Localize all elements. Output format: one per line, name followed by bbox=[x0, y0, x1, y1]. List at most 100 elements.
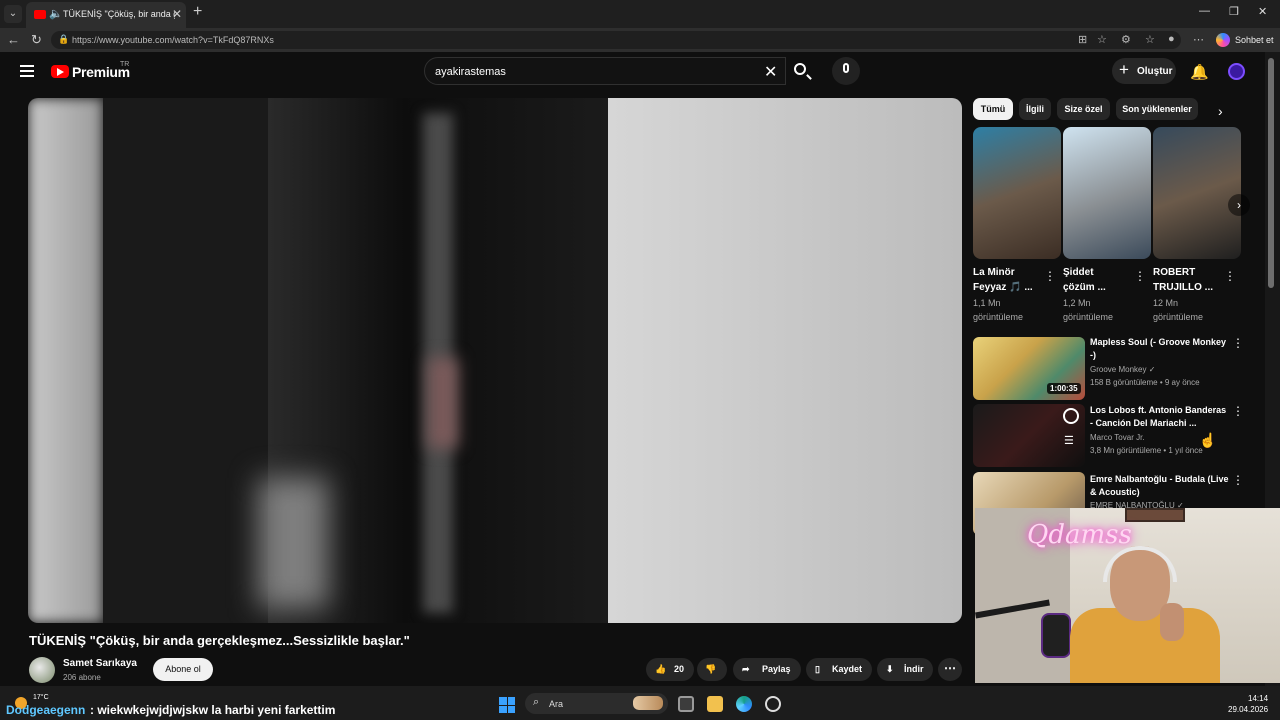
short-title[interactable]: La Minör Feyyaz 🎵 ... bbox=[973, 265, 1045, 295]
close-window-icon[interactable]: ✕ bbox=[1258, 5, 1267, 18]
url-field[interactable]: 🔒 https://www.youtube.com/watch?v=TkFdQ8… bbox=[51, 31, 1181, 49]
task-view-icon[interactable] bbox=[678, 696, 694, 712]
browser-tab-youtube[interactable]: 🔈 TÜKENİŞ "Çöküş, bir anda gerçekleşmez.… bbox=[26, 2, 186, 28]
recommendation-title[interactable]: Mapless Soul (- Groove Monkey -) bbox=[1090, 336, 1230, 362]
view-count: 1,2 Mn bbox=[1063, 298, 1091, 308]
close-tab-icon[interactable]: ✕ bbox=[172, 7, 182, 21]
refresh-icon[interactable]: ↻ bbox=[31, 32, 42, 48]
search-highlight-image bbox=[633, 696, 663, 710]
dislike-button[interactable]: 👎 bbox=[697, 658, 727, 681]
add-to-queue-icon[interactable]: ☰ bbox=[1064, 434, 1074, 447]
more-options-icon[interactable]: ⋯ bbox=[1193, 33, 1204, 46]
video-player[interactable] bbox=[28, 98, 962, 623]
recommendation-title[interactable]: Emre Nalbantoğlu - Budala (Live & Acousti… bbox=[1090, 473, 1230, 499]
favorites-icon[interactable]: ☆ bbox=[1145, 33, 1155, 46]
short-title-line: çözüm ... bbox=[1063, 282, 1106, 293]
minimize-icon[interactable]: — bbox=[1199, 5, 1210, 17]
menu-icon[interactable] bbox=[20, 65, 34, 80]
share-icon: ➦ bbox=[742, 664, 750, 674]
maximize-icon[interactable]: ❐ bbox=[1229, 5, 1239, 18]
file-explorer-icon[interactable] bbox=[707, 696, 723, 712]
tab-list-chevron-icon[interactable]: ⌄ bbox=[4, 5, 22, 23]
share-label: Paylaş bbox=[762, 664, 791, 674]
like-button[interactable]: 👍 20 bbox=[646, 658, 694, 681]
short-title[interactable]: ROBERT TRUJILLO ... bbox=[1153, 265, 1225, 295]
extensions-icon[interactable]: ⚙ bbox=[1121, 33, 1131, 46]
recommendation-channel[interactable]: Groove Monkey ✓ bbox=[1090, 365, 1155, 374]
account-avatar[interactable] bbox=[1228, 63, 1245, 80]
favorite-star-icon[interactable]: ☆ bbox=[1097, 33, 1107, 46]
recommendation-menu-icon[interactable]: ⋮ bbox=[1232, 336, 1244, 350]
shorts-next-chevron-icon[interactable]: › bbox=[1228, 194, 1250, 216]
address-bar-row: ← ↻ 🔒 https://www.youtube.com/watch?v=Tk… bbox=[0, 28, 1280, 52]
create-button[interactable]: + Oluştur bbox=[1112, 58, 1176, 84]
clear-search-icon[interactable]: ✕ bbox=[764, 62, 777, 82]
channel-avatar[interactable] bbox=[29, 657, 55, 683]
short-thumbnail[interactable] bbox=[1153, 127, 1241, 259]
recommendation-menu-icon[interactable]: ⋮ bbox=[1232, 404, 1244, 418]
search-input[interactable]: ayakirastemas ✕ bbox=[424, 57, 786, 85]
recommendation-title[interactable]: Los Lobos ft. Antonio Banderas - Canción … bbox=[1090, 404, 1230, 430]
notifications-bell-icon[interactable]: 🔔 bbox=[1190, 63, 1209, 81]
recommendation-channel[interactable]: Marco Tovar Jr. bbox=[1090, 433, 1145, 442]
edge-browser-icon[interactable] bbox=[736, 696, 752, 712]
short-title-line: TRUJILLO ... bbox=[1153, 282, 1213, 293]
youtube-logo-icon[interactable] bbox=[51, 65, 69, 78]
download-icon: ⬇ bbox=[886, 664, 894, 674]
more-horizontal-icon: ⋯ bbox=[944, 661, 956, 675]
lock-icon: 🔒 bbox=[58, 34, 70, 44]
subscribe-button[interactable]: Abone ol bbox=[153, 658, 213, 681]
like-count: 20 bbox=[674, 664, 685, 674]
thumbs-down-icon: 👎 bbox=[705, 664, 717, 674]
obs-app-icon[interactable] bbox=[765, 696, 781, 712]
chip-related[interactable]: İlgili bbox=[1019, 98, 1051, 120]
short-title-line: Feyyaz 🎵 ... bbox=[973, 282, 1033, 293]
download-button[interactable]: ⬇ İndir bbox=[877, 658, 933, 681]
windows-start-icon[interactable] bbox=[499, 697, 515, 713]
short-title[interactable]: Şiddet çözüm ... bbox=[1063, 265, 1135, 295]
chip-recently-uploaded[interactable]: Son yüklenenler bbox=[1116, 98, 1198, 120]
save-label: Kaydet bbox=[832, 664, 863, 674]
app-available-icon[interactable]: ⊞ bbox=[1078, 33, 1087, 46]
title-line: Emre Nalbantoğlu - Budala (Live bbox=[1090, 474, 1229, 484]
profile-icon[interactable]: ● bbox=[1168, 33, 1175, 45]
channel-name[interactable]: Samet Sarıkaya bbox=[63, 658, 137, 669]
share-button[interactable]: ➦ Paylaş bbox=[733, 658, 801, 681]
short-menu-icon[interactable]: ⋮ bbox=[1134, 269, 1146, 283]
speaker-icon[interactable]: 🔈 bbox=[49, 7, 63, 20]
create-label: Oluştur bbox=[1137, 66, 1173, 77]
scrollbar-thumb[interactable] bbox=[1268, 58, 1274, 288]
save-button[interactable]: ▯ Kaydet bbox=[806, 658, 872, 681]
recommendation-meta: 158 B görüntüleme • 9 ay önce bbox=[1090, 378, 1200, 387]
chips-next-chevron-icon[interactable]: › bbox=[1218, 103, 1223, 119]
short-views: 1,1 Mn görüntüleme bbox=[973, 296, 1045, 324]
watch-later-icon[interactable] bbox=[1063, 408, 1079, 424]
neon-sign: Qdamss bbox=[1027, 520, 1132, 550]
new-tab-icon[interactable]: + bbox=[193, 3, 202, 21]
recommendation-menu-icon[interactable]: ⋮ bbox=[1232, 473, 1244, 487]
back-icon[interactable]: ← bbox=[7, 32, 20, 47]
short-menu-icon[interactable]: ⋮ bbox=[1224, 269, 1236, 283]
wall-sign bbox=[1125, 508, 1185, 522]
copilot-button[interactable]: Sohbet et bbox=[1216, 31, 1278, 49]
voice-search-button[interactable] bbox=[832, 57, 860, 85]
weather-temperature: 17°C bbox=[33, 694, 49, 701]
browser-tab-bar: ⌄ 🔈 TÜKENİŞ "Çöküş, bir anda gerçekleşme… bbox=[0, 0, 1280, 28]
microphone bbox=[1041, 613, 1071, 658]
clock-date[interactable]: 29.04.2026 bbox=[1228, 705, 1268, 714]
region-code: TR bbox=[120, 61, 130, 68]
view-count: 12 Mn bbox=[1153, 298, 1179, 308]
more-actions-button[interactable]: ⋯ bbox=[938, 658, 962, 681]
mouse-cursor-icon: ☝ bbox=[1199, 432, 1217, 448]
youtube-header: Premium TR ayakirastemas ✕ + Oluştur 🔔 bbox=[0, 52, 1265, 92]
short-menu-icon[interactable]: ⋮ bbox=[1044, 269, 1056, 283]
chip-all[interactable]: Tümü bbox=[973, 98, 1013, 120]
short-thumbnail[interactable] bbox=[973, 127, 1061, 259]
clock-time[interactable]: 14:14 bbox=[1248, 694, 1268, 703]
chip-for-you[interactable]: Size özel bbox=[1057, 98, 1110, 120]
search-button[interactable] bbox=[786, 57, 818, 85]
streamer-hand bbox=[1160, 603, 1184, 641]
short-thumbnail[interactable] bbox=[1063, 127, 1151, 259]
short-title-line: ROBERT bbox=[1153, 267, 1196, 278]
taskbar-search[interactable]: ⌕ Ara bbox=[525, 693, 668, 714]
